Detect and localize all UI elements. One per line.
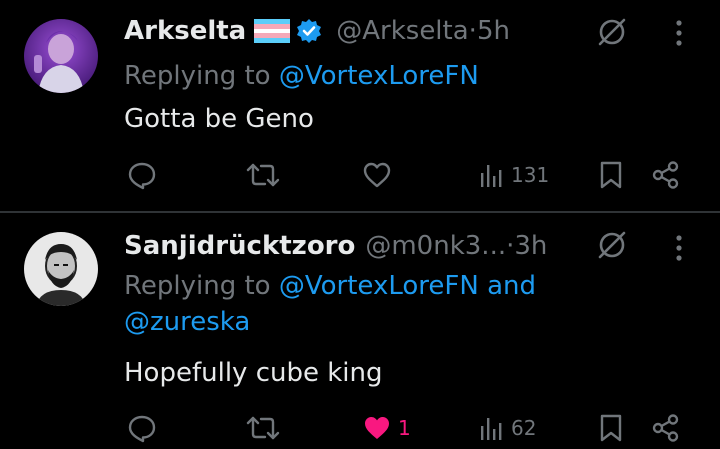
more-icon[interactable] [673, 233, 685, 263]
timestamp[interactable]: 3h [514, 231, 547, 261]
share-button[interactable] [651, 411, 681, 445]
mention-link[interactable]: @VortexLoreFN and [279, 271, 536, 301]
mention-link[interactable]: @zureska [124, 307, 250, 337]
like-count: 1 [398, 416, 411, 440]
views-count: 131 [511, 163, 550, 187]
heart-icon [363, 162, 391, 188]
like-button[interactable] [362, 158, 398, 192]
action-bar: 131 [0, 158, 720, 192]
heart-icon [365, 417, 389, 439]
tweet-header: Sanjidrücktzoro @m0nk3... · 3h [124, 229, 547, 263]
share-icon [652, 414, 679, 442]
replying-prefix: Replying to [124, 61, 279, 91]
display-name[interactable]: Sanjidrücktzoro [124, 231, 355, 261]
reply-icon [128, 415, 156, 443]
replying-to: Replying to @VortexLoreFN and @zureska [124, 268, 594, 340]
replying-prefix: Replying to [124, 271, 279, 301]
views-button[interactable]: 62 [479, 411, 536, 445]
tweet[interactable]: Sanjidrücktzoro @m0nk3... · 3h Replying … [0, 213, 720, 449]
reply-icon [128, 162, 156, 190]
avatar[interactable] [24, 232, 98, 306]
bookmark-icon [600, 414, 622, 442]
views-icon [481, 165, 502, 187]
views-button[interactable]: 131 [479, 158, 549, 192]
retweet-button[interactable] [246, 158, 280, 192]
display-name[interactable]: Arkselta [124, 16, 246, 46]
grok-icon[interactable] [596, 16, 628, 48]
trans-flag-icon [254, 19, 291, 43]
tweet-text: Hopefully cube king [124, 358, 383, 388]
replying-to: Replying to @VortexLoreFN [124, 58, 479, 94]
bookmark-icon [600, 161, 622, 189]
grok-icon[interactable] [596, 229, 628, 261]
handle[interactable]: @m0nk3... [365, 231, 506, 261]
views-icon [481, 418, 502, 440]
tweet-header: Arkselta @Arkselta · 5h [124, 14, 510, 48]
handle[interactable]: @Arkselta [336, 16, 468, 46]
tweet-text: Gotta be Geno [124, 104, 314, 134]
timestamp[interactable]: 5h [477, 16, 510, 46]
share-button[interactable] [651, 158, 681, 192]
retweet-button[interactable] [246, 411, 280, 445]
reply-button[interactable] [127, 411, 157, 445]
retweet-icon [246, 416, 280, 440]
reply-button[interactable] [127, 158, 157, 192]
like-button[interactable]: 1 [362, 411, 411, 445]
tweet[interactable]: Arkselta @Arkselta · 5h Replying to @Vor… [0, 0, 720, 212]
more-icon[interactable] [673, 18, 685, 48]
separator-dot: · [506, 231, 515, 261]
retweet-icon [246, 163, 280, 187]
separator-dot: · [468, 16, 477, 46]
bookmark-button[interactable] [598, 411, 624, 445]
share-icon [652, 161, 679, 189]
action-bar: 1 62 [0, 411, 720, 445]
verified-icon [296, 18, 322, 44]
avatar[interactable] [24, 19, 98, 93]
mention-link[interactable]: @VortexLoreFN [279, 61, 479, 91]
bookmark-button[interactable] [598, 158, 624, 192]
views-count: 62 [511, 416, 537, 440]
